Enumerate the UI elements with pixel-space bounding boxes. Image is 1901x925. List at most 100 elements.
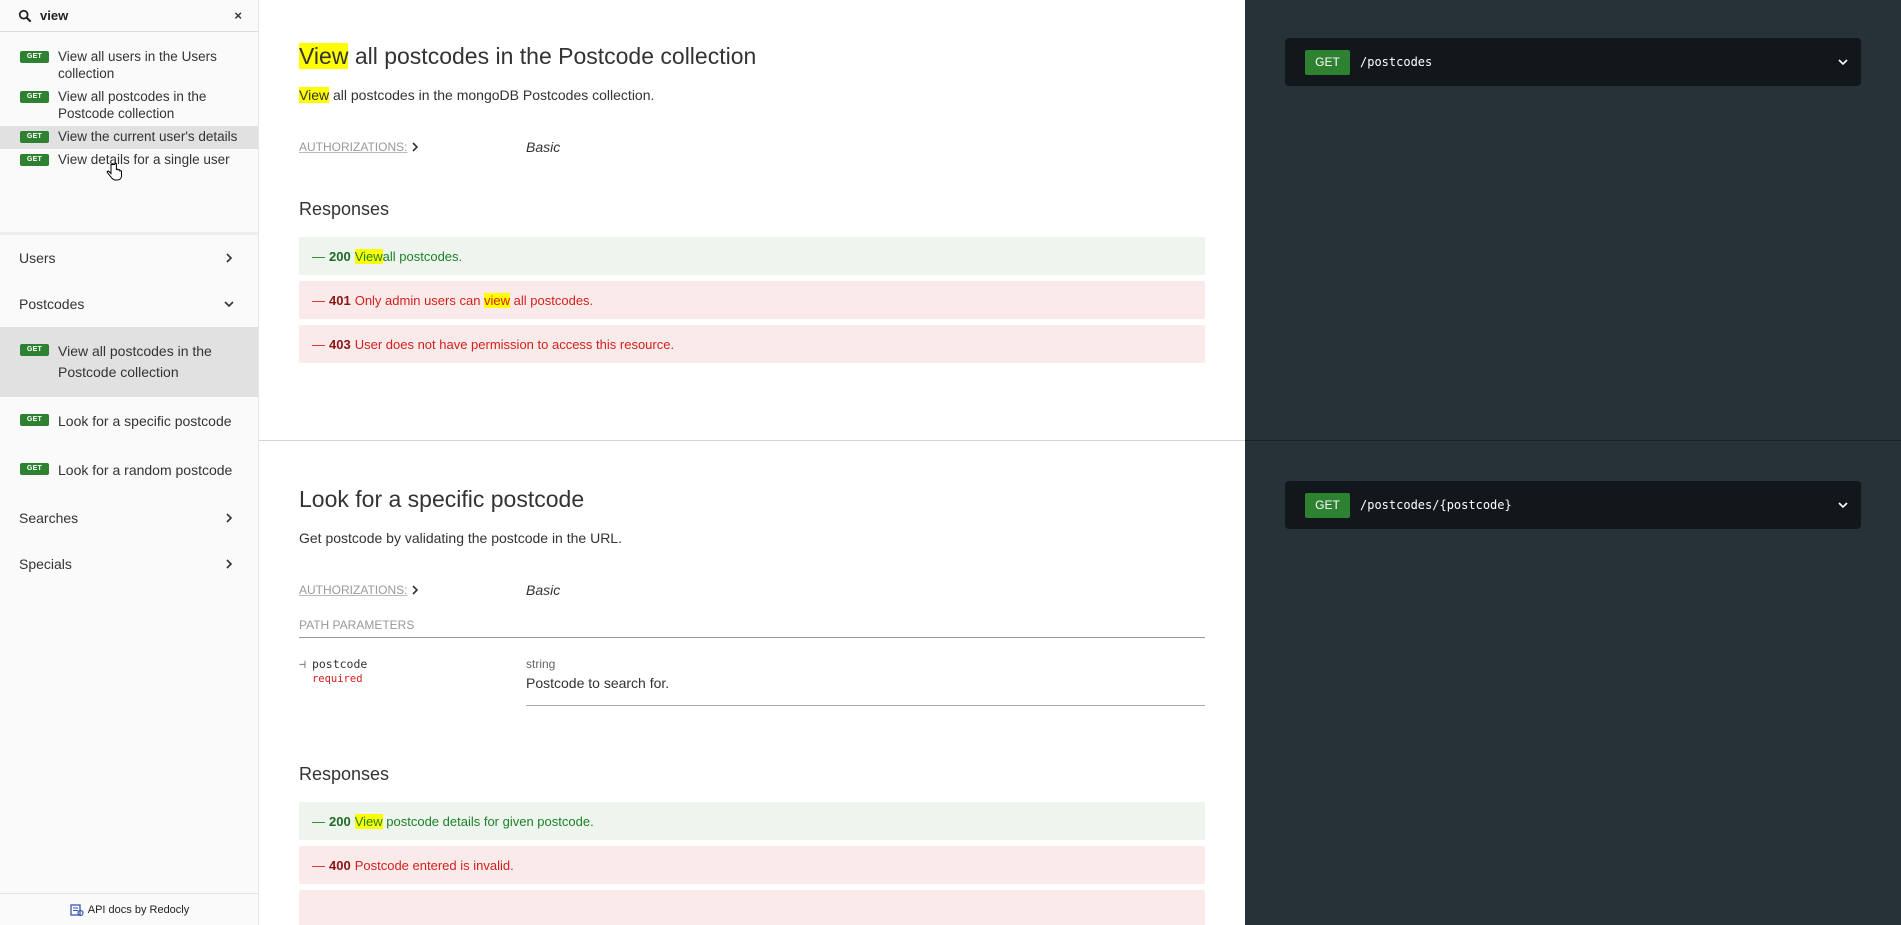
response-200[interactable]: — 200 View postcode details for given po… xyxy=(299,802,1205,840)
response-text: User does not have permission to access … xyxy=(354,336,675,352)
result-label: View all users in the Users collection xyxy=(58,49,217,81)
sidebar-item-random-postcode[interactable]: GET Look for a random postcode xyxy=(0,446,258,495)
tree-connector-icon: ⊣ xyxy=(299,657,306,671)
response-text: Only admin users can xyxy=(354,292,485,308)
sidebar-group-users[interactable]: Users xyxy=(0,235,258,281)
operation-title: View all postcodes in the Postcode colle… xyxy=(299,41,1205,71)
response-code: 400 xyxy=(329,857,351,873)
search-icon xyxy=(18,9,32,22)
response-dash: — xyxy=(312,248,325,264)
search-bar[interactable]: view × xyxy=(0,0,258,32)
content-panel: View all postcodes in the Postcode colle… xyxy=(259,0,1245,925)
nav-op-label: Look for a specific postcode xyxy=(58,413,232,429)
search-result-item[interactable]: GET View all users in the Users collecti… xyxy=(0,46,258,86)
search-result-item[interactable]: GET View the current user's details xyxy=(0,126,258,149)
redocly-logo-icon xyxy=(70,903,84,916)
response-dash: — xyxy=(312,336,325,352)
clear-search-icon[interactable]: × xyxy=(234,8,242,23)
response-code: 403 xyxy=(329,336,351,352)
result-label: View details for a single user xyxy=(58,152,230,167)
http-method-badge: GET xyxy=(1305,49,1350,75)
get-badge: GET xyxy=(20,51,49,63)
responses-heading: Responses xyxy=(299,199,390,219)
response-dash: — xyxy=(312,813,325,829)
http-method-badge: GET xyxy=(1305,492,1350,518)
title-text: all postcodes in the Postcode collection xyxy=(348,43,757,69)
sidebar-group-searches[interactable]: Searches xyxy=(0,495,258,541)
search-highlight: View xyxy=(354,813,383,829)
group-label: Searches xyxy=(19,510,79,526)
desc-text: all postcodes in the mongoDB Postcodes c… xyxy=(329,87,655,103)
get-badge: GET xyxy=(20,414,49,426)
response-code: 200 xyxy=(329,248,351,264)
authorizations-toggle[interactable]: AUTHORIZATIONS: xyxy=(299,140,526,154)
response-dash: — xyxy=(312,292,325,308)
param-detail: string Postcode to search for. xyxy=(526,657,1205,706)
operation-specific-postcode: Look for a specific postcode Get postcod… xyxy=(299,484,1205,925)
sidebar-group-specials[interactable]: Specials xyxy=(0,541,258,587)
result-label: View all postcodes in the Postcode colle… xyxy=(58,89,207,121)
response-code: 200 xyxy=(329,813,351,829)
response-code: 401 xyxy=(329,292,351,308)
search-highlight: View xyxy=(299,87,330,103)
param-type: string xyxy=(526,657,556,671)
operation-title: Look for a specific postcode xyxy=(299,486,585,512)
operation-view-all-postcodes: View all postcodes in the Postcode colle… xyxy=(299,41,1205,363)
nav-op-label: Look for a random postcode xyxy=(58,462,233,478)
response-403[interactable]: — 403 User does not have permission to a… xyxy=(299,325,1205,363)
response-text: postcode details for given postcode. xyxy=(382,813,594,829)
authorization-value: Basic xyxy=(526,582,561,598)
param-name-cell: ⊣ postcode required xyxy=(299,657,526,706)
chevron-right-icon xyxy=(226,513,233,523)
response-next[interactable] xyxy=(299,890,1205,925)
search-highlight: View xyxy=(299,43,349,69)
operation-description: View all postcodes in the mongoDB Postco… xyxy=(299,87,1205,103)
authorizations-label: AUTHORIZATIONS: xyxy=(299,140,408,154)
get-badge: GET xyxy=(20,154,49,166)
get-badge: GET xyxy=(20,91,49,103)
responses-heading: Responses xyxy=(299,764,390,784)
sidebar: view × GET View all users in the Users c… xyxy=(0,0,259,925)
sidebar-item-view-all-postcodes[interactable]: GET View all postcodes in the Postcode c… xyxy=(0,327,258,397)
param-required: required xyxy=(311,673,363,685)
response-400[interactable]: — 400 Postcode entered is invalid. xyxy=(299,846,1205,884)
search-highlight: view xyxy=(484,292,511,308)
response-200[interactable]: — 200 View all postcodes. xyxy=(299,237,1205,275)
redocly-link[interactable]: API docs by Redocly xyxy=(0,893,259,925)
param-row: ⊣ postcode required string Postcode to s… xyxy=(299,657,1205,706)
param-description: Postcode to search for. xyxy=(526,675,670,691)
response-dash: — xyxy=(312,857,325,873)
search-result-item[interactable]: GET View all postcodes in the Postcode c… xyxy=(0,86,258,126)
endpoint-path: /postcodes xyxy=(1360,55,1433,69)
authorizations-row: AUTHORIZATIONS: Basic xyxy=(299,138,1205,156)
search-input[interactable]: view xyxy=(40,8,234,23)
endpoint-path: /postcodes/{postcode} xyxy=(1360,498,1512,512)
authorizations-toggle[interactable]: AUTHORIZATIONS: xyxy=(299,583,526,597)
param-name: postcode xyxy=(311,657,368,671)
authorizations-row: AUTHORIZATIONS: Basic xyxy=(299,581,1205,599)
response-text: Postcode entered is invalid. xyxy=(354,857,514,873)
get-badge: GET xyxy=(20,131,49,143)
group-label: Users xyxy=(19,250,56,266)
response-text: all postcodes. xyxy=(510,292,594,308)
search-result-item[interactable]: GET View details for a single user xyxy=(0,149,258,172)
chevron-right-icon xyxy=(226,559,233,569)
endpoint-bar[interactable]: GET /postcodes/{postcode} xyxy=(1285,481,1861,529)
operation-divider-dark xyxy=(1245,440,1901,441)
chevron-down-icon xyxy=(1838,502,1848,509)
group-label: Specials xyxy=(19,556,72,572)
chevron-right-icon xyxy=(412,142,419,152)
get-badge: GET xyxy=(20,344,49,356)
get-badge: GET xyxy=(20,463,49,475)
hand-cursor-icon xyxy=(106,163,122,181)
authorizations-label: AUTHORIZATIONS: xyxy=(299,583,408,597)
sidebar-item-specific-postcode[interactable]: GET Look for a specific postcode xyxy=(0,397,258,446)
response-401[interactable]: — 401 Only admin users can view all post… xyxy=(299,281,1205,319)
search-results: GET View all users in the Users collecti… xyxy=(0,32,258,235)
path-parameters-heading: PATH PARAMETERS xyxy=(299,618,1205,638)
endpoint-bar[interactable]: GET /postcodes xyxy=(1285,38,1861,86)
sidebar-group-postcodes[interactable]: Postcodes xyxy=(0,281,258,327)
redocly-label: API docs by Redocly xyxy=(87,903,190,916)
chevron-down-icon xyxy=(224,301,234,308)
chevron-right-icon xyxy=(226,253,233,263)
